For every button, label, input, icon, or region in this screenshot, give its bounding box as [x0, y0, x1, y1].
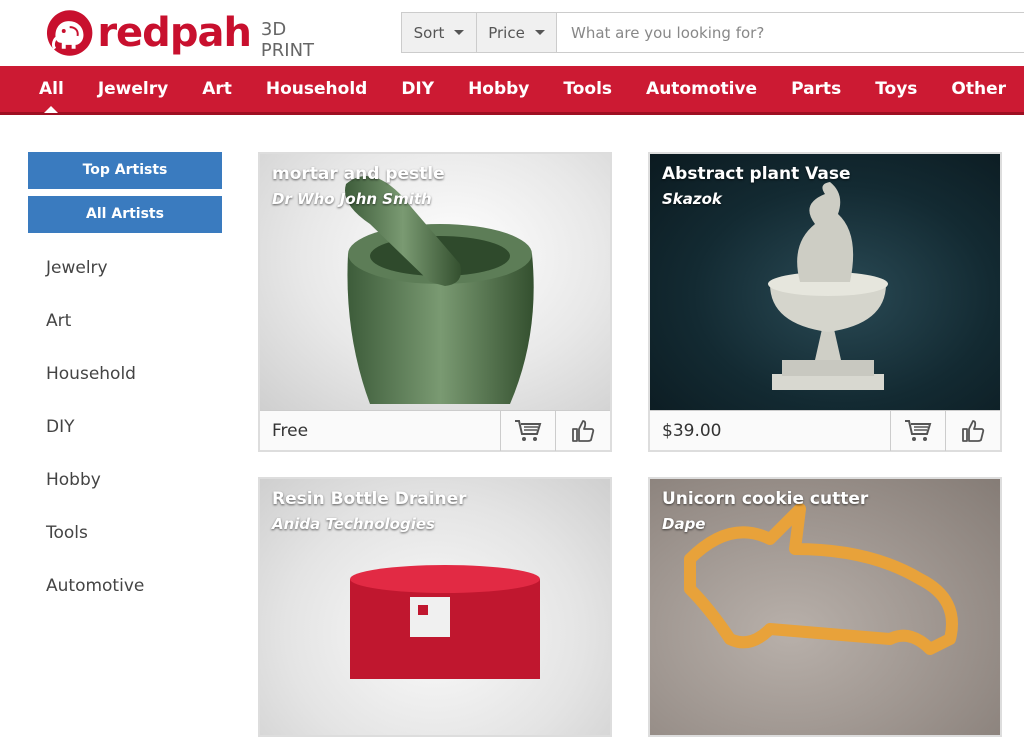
- product-price: $39.00: [662, 420, 722, 441]
- like-button[interactable]: [945, 410, 1000, 451]
- sidebar-item-art[interactable]: Art: [28, 302, 222, 355]
- elephant-logo-icon: [46, 10, 93, 56]
- caret-down-icon: [534, 30, 545, 35]
- product-image[interactable]: Resin Bottle Drainer Anida Technologies: [260, 479, 610, 735]
- sidebar-item-jewelry[interactable]: Jewelry: [28, 249, 222, 302]
- sort-label: Sort: [413, 23, 445, 42]
- nav-item-other[interactable]: Other: [934, 66, 1023, 112]
- sort-dropdown[interactable]: Sort: [402, 13, 477, 52]
- product-card[interactable]: Abstract plant Vase Skazok $39.00: [648, 152, 1002, 452]
- product-artist[interactable]: Skazok: [662, 190, 722, 208]
- product-image[interactable]: mortar and pestle Dr Who John Smith: [260, 154, 610, 410]
- nav-item-jewelry[interactable]: Jewelry: [81, 66, 185, 112]
- nav-item-diy[interactable]: DIY: [384, 66, 451, 112]
- sidebar-item-household[interactable]: Household: [28, 355, 222, 408]
- nav-item-toys[interactable]: Toys: [858, 66, 934, 112]
- top-artists-button[interactable]: Top Artists: [28, 152, 222, 189]
- product-title: Unicorn cookie cutter: [662, 489, 869, 509]
- product-card[interactable]: Unicorn cookie cutter Dape: [648, 477, 1002, 737]
- cart-icon: [515, 419, 542, 441]
- nav-item-art[interactable]: Art: [185, 66, 249, 112]
- product-image[interactable]: Unicorn cookie cutter Dape: [650, 479, 1000, 735]
- sidebar-category-list: Jewelry Art Household DIY Hobby Tools Au…: [28, 249, 222, 620]
- nav-item-tools[interactable]: Tools: [546, 66, 629, 112]
- brand-tagline: 3D PRINT: [260, 19, 315, 61]
- sidebar-item-automotive[interactable]: Automotive: [28, 567, 222, 620]
- all-artists-button[interactable]: All Artists: [28, 196, 222, 233]
- brand-logo[interactable]: redpah 3D PRINT: [44, 8, 344, 61]
- product-artist[interactable]: Dr Who John Smith: [272, 190, 432, 208]
- top-header: redpah 3D PRINT Sort Price: [0, 0, 1024, 66]
- price-label: Price: [488, 23, 525, 42]
- product-card[interactable]: Resin Bottle Drainer Anida Technologies: [258, 477, 612, 737]
- thumbs-up-icon: [572, 419, 595, 442]
- add-to-cart-button[interactable]: [890, 410, 945, 451]
- search-input[interactable]: [557, 13, 1024, 52]
- sidebar: Top Artists All Artists Jewelry Art Hous…: [28, 152, 222, 620]
- brand-name: redpah: [97, 10, 252, 56]
- product-artist[interactable]: Anida Technologies: [272, 515, 435, 533]
- nav-item-automotive[interactable]: Automotive: [629, 66, 774, 112]
- product-title: Resin Bottle Drainer: [272, 489, 467, 509]
- product-title: Abstract plant Vase: [662, 164, 851, 184]
- product-footer: Free: [260, 410, 610, 451]
- search-bar: Sort Price: [401, 12, 1024, 53]
- nav-item-household[interactable]: Household: [249, 66, 384, 112]
- product-image[interactable]: Abstract plant Vase Skazok: [650, 154, 1000, 410]
- nav-item-hobby[interactable]: Hobby: [451, 66, 546, 112]
- caret-down-icon: [454, 30, 465, 35]
- sidebar-item-hobby[interactable]: Hobby: [28, 461, 222, 514]
- product-price: Free: [272, 420, 309, 441]
- sidebar-item-diy[interactable]: DIY: [28, 408, 222, 461]
- sidebar-item-tools[interactable]: Tools: [28, 514, 222, 567]
- product-card[interactable]: mortar and pestle Dr Who John Smith Free: [258, 152, 612, 452]
- nav-item-all[interactable]: All: [22, 66, 81, 113]
- product-title: mortar and pestle: [272, 164, 445, 184]
- product-artist[interactable]: Dape: [662, 515, 705, 533]
- category-nav: All Jewelry Art Household DIY Hobby Tool…: [0, 66, 1024, 115]
- thumbs-up-icon: [962, 419, 985, 442]
- product-footer: $39.00: [650, 410, 1000, 451]
- like-button[interactable]: [555, 410, 610, 451]
- price-dropdown[interactable]: Price: [477, 13, 557, 52]
- add-to-cart-button[interactable]: [500, 410, 555, 451]
- nav-item-parts[interactable]: Parts: [774, 66, 858, 112]
- cart-icon: [905, 419, 932, 441]
